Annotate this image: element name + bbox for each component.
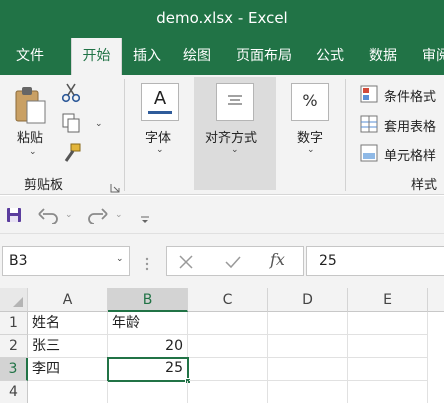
formula-bar: B3 ⌄ fx 25 bbox=[0, 234, 444, 288]
row-header-2[interactable]: 2 bbox=[0, 335, 28, 358]
worksheet-grid[interactable]: A B C D E 1 2 3 4 姓名 年龄 张三 20 李四 25 bbox=[0, 288, 444, 403]
alignment-chevron-icon[interactable]: ⌄ bbox=[231, 145, 239, 155]
select-all-corner[interactable] bbox=[0, 288, 28, 312]
tab-draw[interactable]: 绘图 bbox=[183, 38, 211, 75]
paste-chevron-icon[interactable]: ⌄ bbox=[29, 147, 37, 157]
cell-b1[interactable]: 年龄 bbox=[108, 312, 188, 335]
row-header-1[interactable]: 1 bbox=[0, 312, 28, 335]
cut-icon[interactable] bbox=[61, 83, 81, 107]
paste-label[interactable]: 粘贴 bbox=[17, 127, 43, 146]
title-bar: demo.xlsx - Excel bbox=[0, 0, 444, 38]
column-header-e[interactable]: E bbox=[348, 288, 428, 312]
group-divider bbox=[345, 79, 346, 191]
clipboard-group-label: 剪贴板 bbox=[24, 178, 64, 193]
conditional-formatting-icon[interactable] bbox=[360, 85, 378, 107]
cell-styles-label[interactable]: 单元格样 bbox=[384, 145, 436, 164]
redo-chevron-icon[interactable]: ⌄ bbox=[115, 210, 123, 220]
number-label[interactable]: 数字 bbox=[297, 127, 323, 146]
copy-icon[interactable] bbox=[62, 113, 80, 137]
font-chevron-icon[interactable]: ⌄ bbox=[156, 145, 164, 155]
window-title: demo.xlsx - Excel bbox=[156, 9, 288, 27]
undo-chevron-icon[interactable]: ⌄ bbox=[65, 210, 73, 220]
column-header-c[interactable]: C bbox=[188, 288, 268, 312]
tab-insert[interactable]: 插入 bbox=[133, 38, 161, 75]
format-painter-icon[interactable] bbox=[62, 143, 82, 167]
cell-a4[interactable] bbox=[28, 381, 108, 403]
cell-c2[interactable] bbox=[188, 335, 268, 358]
tab-review[interactable]: 审阅 bbox=[422, 38, 444, 75]
cell-c4[interactable] bbox=[188, 381, 268, 403]
insert-function-icon[interactable]: fx bbox=[270, 250, 285, 269]
cell-e2[interactable] bbox=[348, 335, 428, 358]
number-format-icon[interactable]: % bbox=[291, 83, 329, 121]
alignment-icon[interactable] bbox=[216, 83, 254, 121]
save-icon[interactable] bbox=[6, 207, 22, 227]
cell-d1[interactable] bbox=[268, 312, 348, 335]
format-as-table-label[interactable]: 套用表格 bbox=[384, 116, 436, 135]
dialog-launcher-icon[interactable] bbox=[110, 178, 120, 197]
copy-chevron-icon[interactable]: ⌄ bbox=[95, 119, 103, 129]
ribbon-home: 粘贴 ⌄ ⌄ 剪贴板 A 字体 ⌄ 对齐方式 ⌄ % 数字 ⌄ 条件格式 套用表… bbox=[0, 75, 444, 195]
formula-value: 25 bbox=[319, 253, 337, 269]
quick-access-toolbar: ⌄ ⌄ bbox=[0, 196, 444, 234]
paste-icon[interactable] bbox=[14, 85, 48, 129]
cell-styles-icon[interactable] bbox=[360, 144, 378, 166]
cell-e1[interactable] bbox=[348, 312, 428, 335]
tab-file[interactable]: 文件 bbox=[16, 38, 44, 75]
more-dots-icon bbox=[145, 256, 149, 275]
styles-group-label: 样式 bbox=[411, 178, 438, 193]
row-header-4[interactable]: 4 bbox=[0, 381, 28, 403]
group-divider bbox=[124, 79, 125, 191]
cell-d4[interactable] bbox=[268, 381, 348, 403]
name-box-chevron-icon[interactable]: ⌄ bbox=[116, 254, 124, 264]
font-color-bar bbox=[148, 111, 172, 114]
ribbon-tabs: 文件 开始 插入 绘图 页面布局 公式 数据 审阅 bbox=[0, 38, 444, 75]
alignment-label[interactable]: 对齐方式 bbox=[205, 127, 257, 146]
cell-d2[interactable] bbox=[268, 335, 348, 358]
column-header-d[interactable]: D bbox=[268, 288, 348, 312]
tab-data[interactable]: 数据 bbox=[369, 38, 397, 75]
cell-a1[interactable]: 姓名 bbox=[28, 312, 108, 335]
cell-e4[interactable] bbox=[348, 381, 428, 403]
tab-formulas[interactable]: 公式 bbox=[316, 38, 344, 75]
customize-toolbar-icon[interactable] bbox=[140, 210, 150, 229]
name-box-value: B3 bbox=[9, 253, 28, 269]
cell-a3[interactable]: 李四 bbox=[28, 358, 108, 381]
redo-icon[interactable] bbox=[86, 206, 108, 228]
cancel-icon[interactable] bbox=[179, 254, 193, 273]
cell-d3[interactable] bbox=[268, 358, 348, 381]
formula-input[interactable]: 25 bbox=[306, 246, 444, 276]
cell-c3[interactable] bbox=[189, 358, 268, 381]
font-label[interactable]: 字体 bbox=[145, 127, 171, 146]
row-header-3[interactable]: 3 bbox=[0, 358, 28, 381]
name-box[interactable]: B3 ⌄ bbox=[2, 246, 130, 276]
cell-c1[interactable] bbox=[188, 312, 268, 335]
enter-icon[interactable] bbox=[225, 254, 241, 273]
conditional-formatting-label[interactable]: 条件格式 bbox=[384, 86, 436, 105]
cell-e3[interactable] bbox=[348, 358, 428, 381]
font-icon[interactable]: A bbox=[141, 83, 179, 121]
cell-b3-active[interactable]: 25 bbox=[107, 357, 189, 382]
number-chevron-icon[interactable]: ⌄ bbox=[307, 145, 315, 155]
undo-icon[interactable] bbox=[38, 206, 60, 228]
column-header-f[interactable] bbox=[428, 288, 444, 312]
tab-page-layout[interactable]: 页面布局 bbox=[236, 38, 292, 75]
cell-b2[interactable]: 20 bbox=[108, 335, 188, 358]
cell-a2[interactable]: 张三 bbox=[28, 335, 108, 358]
column-header-a[interactable]: A bbox=[28, 288, 108, 312]
cell-b4[interactable] bbox=[108, 381, 188, 403]
column-header-b[interactable]: B bbox=[108, 288, 188, 312]
formula-buttons: fx bbox=[166, 246, 304, 276]
format-as-table-icon[interactable] bbox=[360, 115, 378, 137]
tab-home[interactable]: 开始 bbox=[71, 38, 122, 75]
